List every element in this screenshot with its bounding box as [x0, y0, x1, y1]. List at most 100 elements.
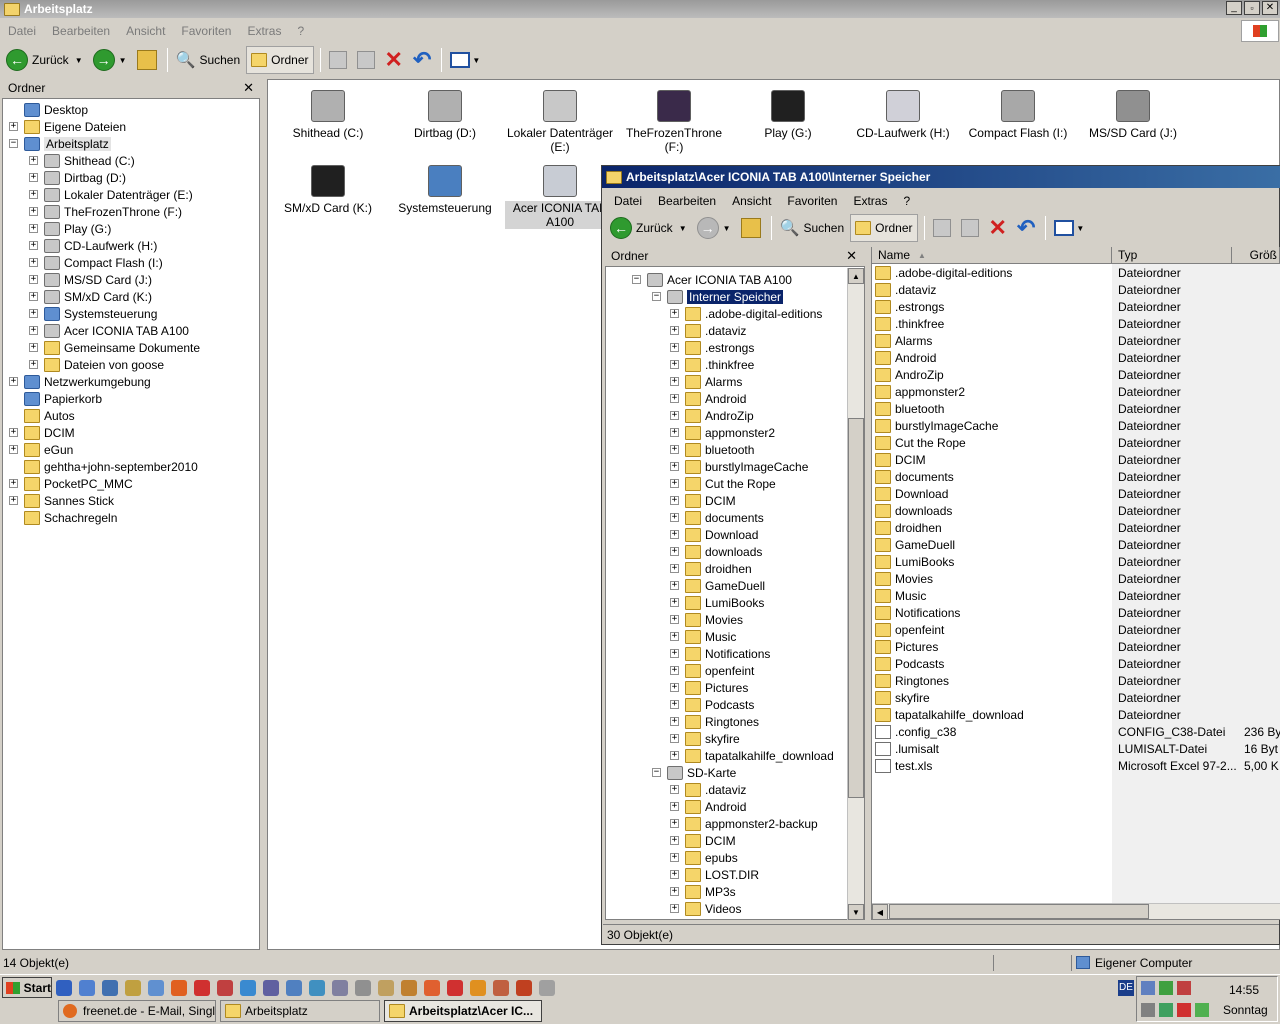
tree-item-ms-sd-card-j[interactable]: + MS/SD Card (J:)	[29, 271, 152, 288]
expand-toggle-icon[interactable]: +	[670, 734, 679, 743]
tray-icon[interactable]	[1159, 981, 1173, 995]
expand-toggle-icon[interactable]: +	[670, 632, 679, 641]
drive-item-dirtbag-d[interactable]: Dirtbag (D:)	[390, 90, 500, 140]
expand-toggle-icon[interactable]: +	[9, 122, 18, 131]
copy-to-button[interactable]	[353, 46, 379, 74]
quick-launch-app-icon[interactable]	[355, 980, 371, 996]
file-row-lumibooks[interactable]: LumiBooks	[875, 553, 954, 570]
expand-toggle-icon[interactable]: +	[670, 564, 679, 573]
tree-item-arbeitsplatz[interactable]: − Arbeitsplatz	[9, 135, 111, 152]
file-row-lumisalt[interactable]: .lumisalt	[875, 740, 939, 757]
menu-favoriten[interactable]: Favoriten	[173, 24, 239, 38]
quick-launch-app-icon[interactable]	[493, 980, 509, 996]
menu-extras[interactable]: Extras	[845, 194, 895, 208]
tree-item-netzwerkumgebung[interactable]: + Netzwerkumgebung	[9, 373, 151, 390]
sub-tree-item-openfeint[interactable]: + openfeint	[670, 662, 754, 679]
tree-item-autos[interactable]: Autos	[9, 407, 75, 424]
task-acer-window[interactable]: Arbeitsplatz\Acer IC...	[384, 1000, 542, 1022]
expand-toggle-icon[interactable]: +	[9, 479, 18, 488]
sub-tree-item-dcim[interactable]: + DCIM	[670, 832, 736, 849]
tree-item-sm-xd-card-k[interactable]: + SM/xD Card (K:)	[29, 288, 152, 305]
sub-tree-item-gameduell[interactable]: + GameDuell	[670, 577, 765, 594]
quick-launch-vlc-icon[interactable]	[447, 980, 463, 996]
quick-launch-app-icon[interactable]	[424, 980, 440, 996]
expand-toggle-icon[interactable]: +	[670, 649, 679, 658]
sub-tree-item-sd-karte[interactable]: − SD-Karte	[652, 764, 736, 781]
back-button[interactable]: ← Zurück ▼	[2, 46, 87, 74]
drive-item-acer-iconia-tab-a100[interactable]: Acer ICONIA TAB A100	[505, 165, 615, 229]
back-button[interactable]: ← Zurück ▼	[606, 214, 691, 242]
file-row-burstlyimagecache[interactable]: burstlyImageCache	[875, 417, 998, 434]
sub-tree-item-notifications[interactable]: + Notifications	[670, 645, 770, 662]
quick-launch-globe-icon[interactable]	[263, 980, 279, 996]
sub-tree-item-appmonster2[interactable]: + appmonster2	[670, 424, 775, 441]
tree-item-lokaler-datentr-ger-e[interactable]: + Lokaler Datenträger (E:)	[29, 186, 193, 203]
file-row-appmonster2[interactable]: appmonster2	[875, 383, 965, 400]
views-button[interactable]: ▼	[446, 46, 484, 74]
tree-item-shithead-c[interactable]: + Shithead (C:)	[29, 152, 135, 169]
sub-titlebar[interactable]: Arbeitsplatz\Acer ICONIA TAB A100\Intern…	[602, 166, 1280, 188]
quick-launch-app-icon[interactable]	[378, 980, 394, 996]
expand-toggle-icon[interactable]: +	[29, 275, 38, 284]
file-row-config-c38[interactable]: .config_c38	[875, 723, 956, 740]
expand-toggle-icon[interactable]: −	[632, 275, 641, 284]
expand-toggle-icon[interactable]: +	[670, 853, 679, 862]
language-indicator[interactable]: DE	[1118, 980, 1134, 996]
tray-icon[interactable]	[1195, 1003, 1209, 1017]
file-row-estrongs[interactable]: .estrongs	[875, 298, 944, 315]
menu-datei[interactable]: Datei	[606, 194, 650, 208]
quick-launch-app-icon[interactable]	[516, 980, 532, 996]
sub-tree-item-adobe-digital-editions[interactable]: + .adobe-digital-editions	[670, 305, 822, 322]
expand-toggle-icon[interactable]: +	[670, 819, 679, 828]
file-row-notifications[interactable]: Notifications	[875, 604, 960, 621]
quick-launch-outlook-icon[interactable]	[79, 980, 95, 996]
drive-item-shithead-c[interactable]: Shithead (C:)	[273, 90, 383, 140]
drive-item-compact-flash-i[interactable]: Compact Flash (I:)	[963, 90, 1073, 140]
expand-toggle-icon[interactable]: +	[29, 156, 38, 165]
tree-item-papierkorb[interactable]: Papierkorb	[9, 390, 102, 407]
file-row-music[interactable]: Music	[875, 587, 926, 604]
expand-toggle-icon[interactable]: +	[29, 173, 38, 182]
sub-tree-item-lumibooks[interactable]: + LumiBooks	[670, 594, 764, 611]
sub-tree-item-dcim[interactable]: + DCIM	[670, 492, 736, 509]
expand-toggle-icon[interactable]: +	[29, 292, 38, 301]
expand-toggle-icon[interactable]: +	[29, 258, 38, 267]
sub-tree-item-bluetooth[interactable]: + bluetooth	[670, 441, 754, 458]
sub-tree-item-downloads[interactable]: + downloads	[670, 543, 762, 560]
sub-tree-item-tapatalkahilfe-download[interactable]: + tapatalkahilfe_download	[670, 747, 834, 764]
scroll-left-button[interactable]: ◀	[872, 904, 888, 920]
tree-item-play-g[interactable]: + Play (G:)	[29, 220, 111, 237]
tray-icon[interactable]	[1159, 1003, 1173, 1017]
sub-tree-scrollbar[interactable]: ▲ ▼	[847, 268, 864, 920]
sub-tree-item-interner-speicher[interactable]: − Interner Speicher	[652, 288, 785, 305]
file-row-documents[interactable]: documents	[875, 468, 954, 485]
quick-launch-opera-icon[interactable]	[194, 980, 210, 996]
search-button[interactable]: 🔍 Suchen	[172, 46, 245, 74]
expand-toggle-icon[interactable]: +	[670, 717, 679, 726]
drive-item-lokaler-datentr-ger-e[interactable]: Lokaler Datenträger (E:)	[505, 90, 615, 154]
expand-toggle-icon[interactable]: +	[670, 615, 679, 624]
tree-item-egun[interactable]: + eGun	[9, 441, 73, 458]
quick-launch-folder-icon[interactable]	[125, 980, 141, 996]
sub-tree-item-lost-dir[interactable]: + LOST.DIR	[670, 866, 759, 883]
expand-toggle-icon[interactable]: +	[670, 343, 679, 352]
forward-button[interactable]: → ▼	[89, 46, 131, 74]
file-row-podcasts[interactable]: Podcasts	[875, 655, 944, 672]
quick-launch-app-icon[interactable]	[217, 980, 233, 996]
expand-toggle-icon[interactable]: +	[670, 462, 679, 471]
tray-icon[interactable]	[1177, 981, 1191, 995]
sub-tree-item-mp3s[interactable]: + MP3s	[670, 883, 736, 900]
sub-tree-item-cut-the-rope[interactable]: + Cut the Rope	[670, 475, 776, 492]
quick-launch-app-icon[interactable]	[470, 980, 486, 996]
drive-item-thefrozenthrone-f[interactable]: TheFrozenThrone (F:)	[619, 90, 729, 154]
expand-toggle-icon[interactable]: +	[670, 683, 679, 692]
tree-item-dcim[interactable]: + DCIM	[9, 424, 75, 441]
expand-toggle-icon[interactable]: +	[670, 377, 679, 386]
file-row-cut-the-rope[interactable]: Cut the Rope	[875, 434, 966, 451]
file-row-alarms[interactable]: Alarms	[875, 332, 932, 349]
menu-datei[interactable]: Datei	[0, 24, 44, 38]
expand-toggle-icon[interactable]: +	[670, 394, 679, 403]
expand-toggle-icon[interactable]: +	[670, 785, 679, 794]
sub-tree-item-movies[interactable]: + Movies	[670, 611, 743, 628]
expand-toggle-icon[interactable]: +	[670, 751, 679, 760]
